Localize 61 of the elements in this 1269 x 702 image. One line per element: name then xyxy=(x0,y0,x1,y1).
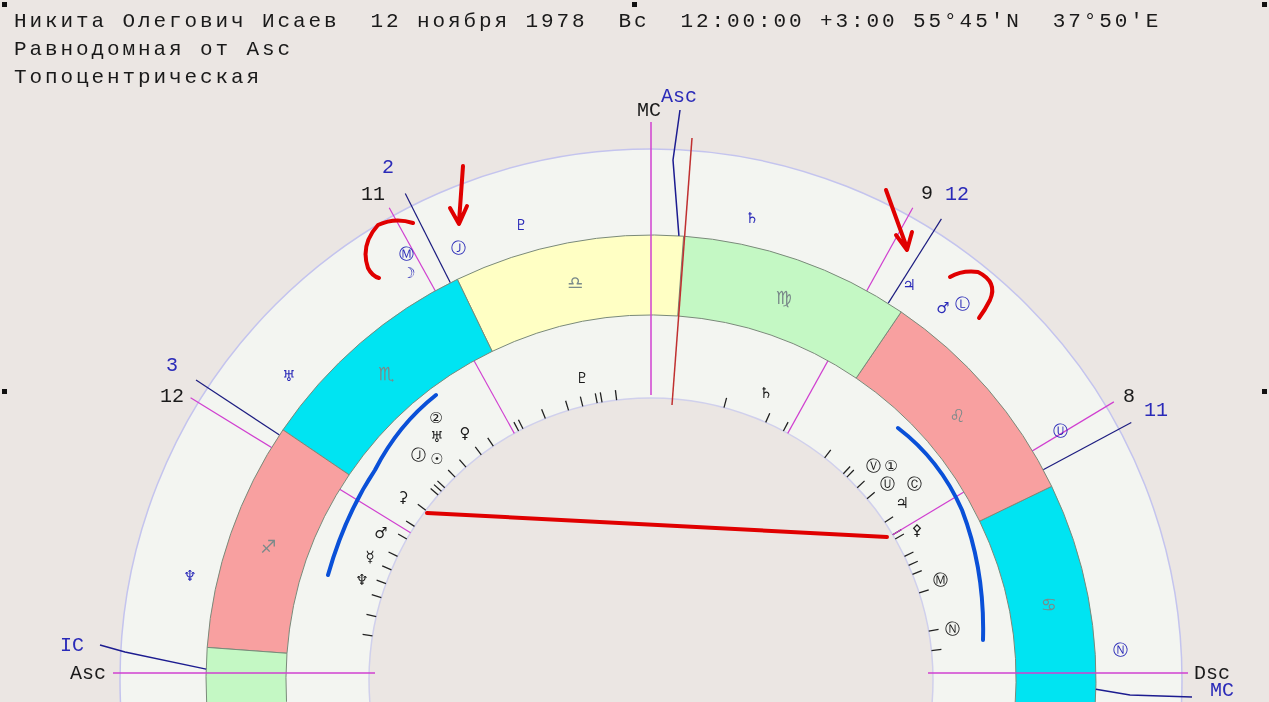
planet-glyph: Ⓝ xyxy=(944,620,960,638)
angle-label: Asc xyxy=(661,84,697,108)
zodiac-sign-glyph: ♎ xyxy=(567,271,584,293)
planet-glyph: Ⓥ xyxy=(865,457,881,475)
planet-glyph: ♃ xyxy=(902,276,916,294)
planet-glyph: Ⓒ xyxy=(906,475,922,493)
planet-glyph: ① xyxy=(884,457,898,475)
planet-glyph: ⚴ xyxy=(911,521,923,539)
chart-info-text: Никита Олегович Исаев 12 ноября 1978 Вс 12:00:00 +3:00 55°45'N 37°50'E xyxy=(14,9,1162,35)
planet-glyph: ♃ xyxy=(895,494,909,512)
chart-info-text: Топоцентрическая xyxy=(14,65,263,91)
house-number: 12 xyxy=(945,182,969,206)
angle-label: IC xyxy=(60,633,84,657)
planet-glyph: Ⓙ xyxy=(410,446,426,464)
planet-glyph: ② xyxy=(429,409,443,427)
hand-drawn-arrow xyxy=(448,164,469,226)
planet-glyph: Ⓜ xyxy=(932,571,948,589)
planet-glyph: ♄ xyxy=(745,209,759,227)
resize-handle[interactable] xyxy=(2,389,7,394)
planet-glyph: Ⓜ xyxy=(398,245,414,263)
house-number: 9 xyxy=(921,181,933,205)
planet-glyph: ☿ xyxy=(365,548,375,566)
resize-handle[interactable] xyxy=(632,2,637,7)
planet-glyph: Ⓝ xyxy=(1112,641,1128,659)
house-number: 11 xyxy=(361,182,385,206)
resize-handle[interactable] xyxy=(2,2,7,7)
house-number: 12 xyxy=(160,384,184,408)
resize-handle[interactable] xyxy=(1262,389,1267,394)
planet-glyph: Ⓤ xyxy=(879,475,895,493)
planet-glyph: ♅ xyxy=(282,367,296,385)
planet-glyph: Ⓛ xyxy=(954,295,970,313)
planet-glyph: ☉ xyxy=(430,450,444,468)
house-number: 11 xyxy=(1144,398,1168,422)
planet-glyph: ☽ xyxy=(402,264,416,282)
zodiac-sign-glyph: ♍ xyxy=(776,287,793,309)
planet-glyph: ♇ xyxy=(514,216,528,234)
chart-info-text: Равнодомная от Asc xyxy=(14,37,294,63)
house-number: 2 xyxy=(382,155,394,179)
house-number: 3 xyxy=(166,353,178,377)
planet-glyph: ♄ xyxy=(759,384,773,402)
planet-glyph: ♇ xyxy=(575,369,589,387)
angle-label: MC xyxy=(1210,678,1234,702)
angle-label: Asc xyxy=(70,661,106,685)
zodiac-sign-glyph: ♋ xyxy=(1040,593,1057,615)
planet-glyph: ♅ xyxy=(430,428,444,446)
planet-glyph: ⚳ xyxy=(397,488,409,506)
planet-glyph: ♂ xyxy=(374,524,388,542)
angle-label: MC xyxy=(637,98,661,122)
planet-glyph: ♆ xyxy=(183,567,197,585)
zodiac-sign-glyph: ♌ xyxy=(949,404,966,426)
planet-glyph: ♆ xyxy=(355,571,369,589)
planet-glyph: ♀ xyxy=(459,424,471,442)
resize-handle[interactable] xyxy=(1262,2,1267,7)
hand-drawn-arc xyxy=(948,269,995,320)
planet-glyph: ♂ xyxy=(936,299,950,317)
hand-drawn-arc xyxy=(363,218,415,280)
house-number: 8 xyxy=(1123,384,1135,408)
zodiac-sign-glyph: ♏ xyxy=(378,362,395,384)
planet-glyph: Ⓙ xyxy=(450,239,466,257)
hand-drawn-arrow xyxy=(884,188,914,252)
zodiac-sign-glyph: ♐ xyxy=(260,536,277,558)
